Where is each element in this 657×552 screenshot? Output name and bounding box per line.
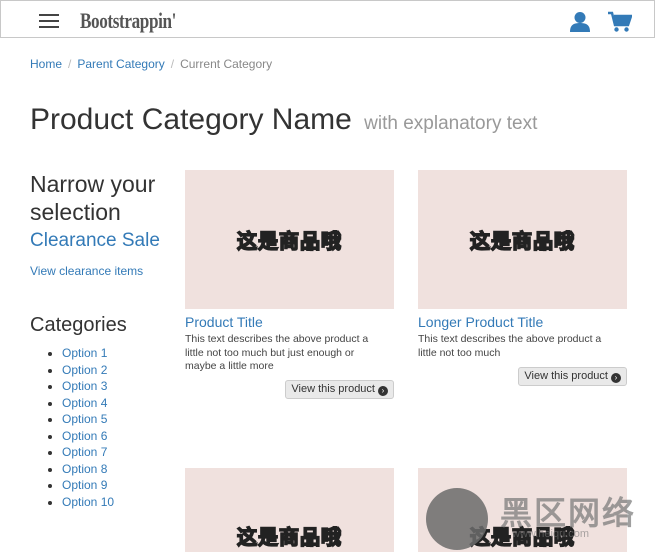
category-link[interactable]: Option 7 bbox=[62, 445, 107, 459]
category-item: Option 5 bbox=[62, 411, 170, 428]
product-image[interactable]: 这是商品哦 bbox=[185, 170, 394, 309]
page-title-text: Product Category Name bbox=[30, 103, 352, 136]
product-description: This text describes the above product a … bbox=[418, 333, 602, 359]
category-item: Option 4 bbox=[62, 395, 170, 412]
chevron-circle-right-icon: › bbox=[378, 386, 388, 396]
cart-icon[interactable] bbox=[608, 11, 632, 33]
product-image-text: 这是商品哦 bbox=[236, 230, 342, 254]
clearance-sale-heading: Clearance Sale bbox=[30, 230, 160, 251]
product-description: This text describes the above product a … bbox=[185, 333, 369, 372]
category-item: Option 10 bbox=[62, 494, 170, 511]
category-link[interactable]: Option 5 bbox=[62, 412, 107, 426]
product-image[interactable]: 这是商品哦 bbox=[418, 170, 627, 309]
product-title-link[interactable]: Longer Product Title bbox=[418, 314, 627, 330]
breadcrumb-separator: / bbox=[170, 57, 175, 71]
category-item: Option 2 bbox=[62, 362, 170, 379]
view-clearance-link[interactable]: View clearance items bbox=[30, 264, 170, 278]
category-link[interactable]: Option 3 bbox=[62, 379, 107, 393]
navbar: Bootstrappin' bbox=[0, 0, 655, 38]
narrow-selection-heading: Narrow your selection bbox=[30, 171, 156, 225]
sidebar: Narrow your selection Clearance Sale Vie… bbox=[30, 170, 170, 510]
category-link[interactable]: Option 9 bbox=[62, 478, 107, 492]
watermark: 黑区网络 www.heiqu.com bbox=[426, 486, 656, 552]
breadcrumb-separator: / bbox=[68, 57, 72, 71]
breadcrumb-home-link[interactable]: Home bbox=[30, 57, 62, 71]
view-product-button[interactable]: View this product › bbox=[518, 367, 627, 386]
category-item: Option 8 bbox=[62, 461, 170, 478]
categories-heading: Categories bbox=[30, 314, 127, 336]
watermark-url: www.heiqu.com bbox=[512, 528, 590, 540]
category-link[interactable]: Option 2 bbox=[62, 363, 107, 377]
category-link[interactable]: Option 1 bbox=[62, 346, 107, 360]
breadcrumb-current: Current Category bbox=[180, 57, 273, 71]
product-image-text: 这是商品哦 bbox=[469, 230, 575, 254]
chevron-circle-right-icon: › bbox=[611, 373, 621, 383]
product-card: 这是商品哦 bbox=[185, 468, 394, 552]
page-subtitle: with explanatory text bbox=[364, 113, 538, 134]
category-item: Option 7 bbox=[62, 444, 170, 461]
view-product-label: View this product bbox=[291, 383, 375, 395]
category-link[interactable]: Option 8 bbox=[62, 462, 107, 476]
category-item: Option 1 bbox=[62, 345, 170, 362]
brand-logo[interactable]: Bootstrappin' bbox=[80, 8, 176, 34]
breadcrumb: Home / Parent Category / Current Category bbox=[30, 57, 272, 71]
category-item: Option 9 bbox=[62, 477, 170, 494]
user-icon[interactable] bbox=[569, 11, 591, 33]
page-title: Product Category Name with explanatory t… bbox=[30, 103, 537, 137]
breadcrumb-parent-link[interactable]: Parent Category bbox=[77, 57, 164, 71]
product-title-link[interactable]: Product Title bbox=[185, 314, 394, 330]
menu-icon[interactable] bbox=[39, 14, 59, 28]
product-image-text: 这是商品哦 bbox=[236, 526, 342, 550]
category-item: Option 6 bbox=[62, 428, 170, 445]
view-product-button[interactable]: View this product › bbox=[285, 380, 394, 399]
product-card: 这是商品哦 Product Title This text describes … bbox=[185, 170, 394, 399]
product-card: 这是商品哦 Longer Product Title This text des… bbox=[418, 170, 627, 386]
view-product-label: View this product bbox=[524, 370, 608, 382]
category-list: Option 1 Option 2 Option 3 Option 4 Opti… bbox=[30, 345, 170, 510]
category-item: Option 3 bbox=[62, 378, 170, 395]
category-link[interactable]: Option 6 bbox=[62, 429, 107, 443]
category-link[interactable]: Option 10 bbox=[62, 495, 114, 509]
category-link[interactable]: Option 4 bbox=[62, 396, 107, 410]
watermark-logo-icon bbox=[426, 488, 488, 550]
product-image[interactable]: 这是商品哦 bbox=[185, 468, 394, 552]
